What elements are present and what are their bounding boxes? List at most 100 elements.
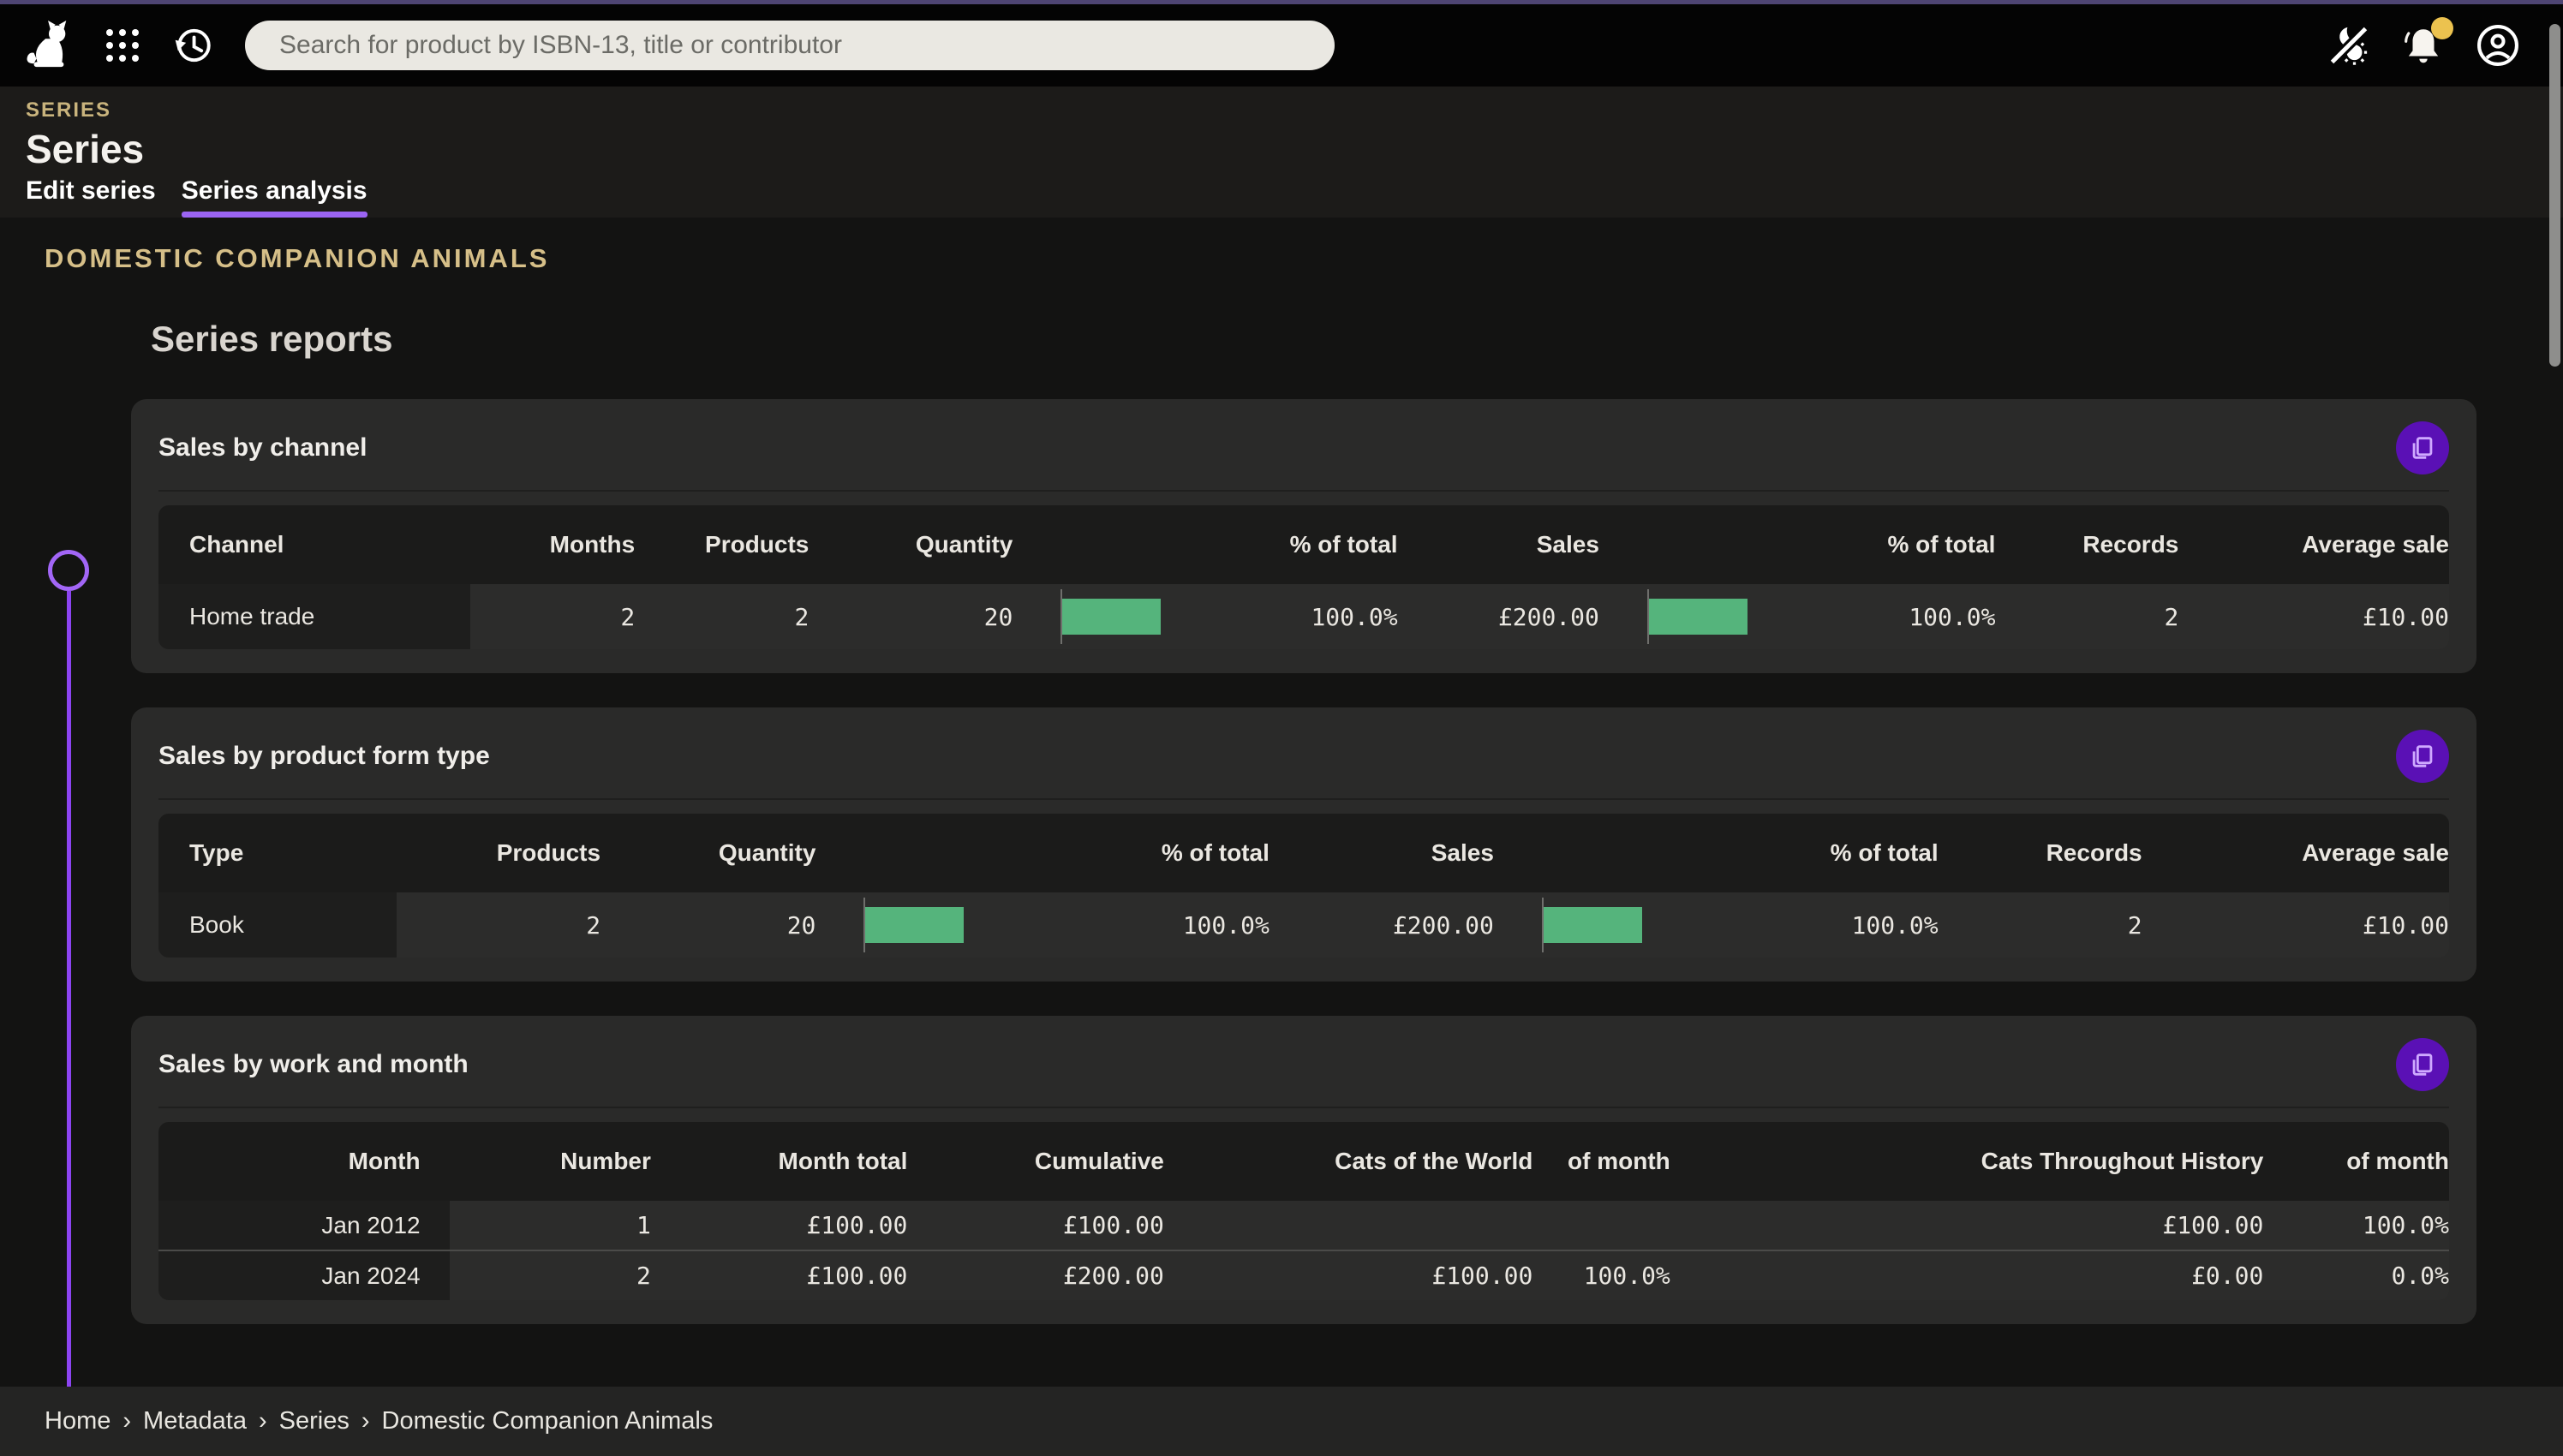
column-header: Average sale <box>2178 505 2449 584</box>
column-header: % of total <box>985 814 1270 892</box>
cell: Book <box>158 892 397 958</box>
bar-axis <box>1060 589 1062 644</box>
copy-report-button[interactable] <box>2396 1038 2449 1091</box>
column-header: Sales <box>1270 814 1494 892</box>
column-header: Quantity <box>600 814 816 892</box>
bar-cell <box>1599 584 1748 649</box>
card-title: Sales by product form type <box>158 742 490 771</box>
cell: £200.00 <box>1398 584 1599 649</box>
timeline-line <box>67 591 71 1456</box>
sales-bar <box>1062 599 1161 635</box>
cards-container: Sales by channelChannelMonthsProductsQua… <box>131 399 2476 1324</box>
tab-edit-series[interactable]: Edit series <box>26 176 156 218</box>
top-bar <box>0 4 2563 87</box>
bar-axis <box>1647 589 1649 644</box>
copy-icon <box>2408 742 2437 771</box>
table-row: Jan 20242£100.00£200.00£100.00100.0%£0.0… <box>158 1250 2449 1300</box>
copy-report-button[interactable] <box>2396 421 2449 474</box>
report-table: ChannelMonthsProductsQuantity% of totalS… <box>158 505 2449 649</box>
card-divider <box>158 1107 2449 1108</box>
cell: 2 <box>1995 584 2178 649</box>
history-icon <box>171 24 214 67</box>
tab-series-analysis[interactable]: Series analysis <box>182 176 367 218</box>
breadcrumb-separator: › <box>122 1407 131 1435</box>
copy-icon <box>2408 433 2437 462</box>
cell: £0.00 <box>1670 1250 2264 1300</box>
bar-cell <box>1013 584 1162 649</box>
cat-logo-icon <box>24 21 74 70</box>
table-row: Book220100.0%£200.00100.0%2£10.00 <box>158 892 2449 958</box>
cell: 2 <box>1939 892 2142 958</box>
tab-bar: Edit series Series analysis <box>26 176 367 218</box>
sales-bar <box>865 907 964 943</box>
table-wrapper: TypeProductsQuantity% of totalSales% of … <box>158 814 2449 958</box>
column-header: Products <box>635 505 809 584</box>
column-header: Records <box>1995 505 2178 584</box>
breadcrumb-separator: › <box>259 1407 267 1435</box>
column-header: Type <box>158 814 397 892</box>
page-title: Series <box>26 128 2563 171</box>
table-row: Home trade2220100.0%£200.00100.0%2£10.00 <box>158 584 2449 649</box>
bar-column-header <box>1599 505 1748 584</box>
account-button[interactable] <box>2476 23 2520 68</box>
report-table: TypeProductsQuantity% of totalSales% of … <box>158 814 2449 958</box>
cat-logo[interactable] <box>24 21 74 70</box>
copy-report-button[interactable] <box>2396 730 2449 783</box>
content-area: DOMESTIC COMPANION ANIMALS Series report… <box>0 218 2563 1387</box>
bar-cell <box>1494 892 1654 958</box>
main-column: Series reports Sales by channelChannelMo… <box>131 319 2476 1324</box>
cell: 20 <box>809 584 1013 649</box>
card-title: Sales by channel <box>158 433 367 462</box>
column-header: Cats of the World <box>1164 1122 1533 1201</box>
series-name-heading: DOMESTIC COMPANION ANIMALS <box>0 218 2563 274</box>
column-header: Month <box>158 1122 450 1201</box>
column-header: Cumulative <box>907 1122 1163 1201</box>
app-grid-button[interactable] <box>103 26 142 65</box>
breadcrumb-bar: Home›Metadata›Series›Domestic Companion … <box>0 1387 2563 1456</box>
cell: £10.00 <box>2178 584 2449 649</box>
table-wrapper: ChannelMonthsProductsQuantity% of totalS… <box>158 505 2449 649</box>
breadcrumb-item[interactable]: Metadata <box>143 1407 247 1435</box>
header-row: ChannelMonthsProductsQuantity% of totalS… <box>158 505 2449 584</box>
cell: £100.00 <box>907 1201 1163 1250</box>
column-header: Month total <box>651 1122 907 1201</box>
cell <box>1164 1201 1533 1250</box>
column-header: Quantity <box>809 505 1013 584</box>
column-header: Number <box>450 1122 651 1201</box>
column-header: Cats Throughout History <box>1670 1122 2264 1201</box>
page-eyebrow: SERIES <box>26 98 2563 122</box>
breadcrumb-item[interactable]: Series <box>279 1407 350 1435</box>
grid-icon <box>103 26 142 65</box>
cell: 100.0% <box>1532 1250 1670 1300</box>
breadcrumb-item: Domestic Companion Animals <box>382 1407 714 1435</box>
card-divider <box>158 798 2449 800</box>
sales-bar <box>1544 907 1642 943</box>
cell: Jan 2024 <box>158 1250 450 1300</box>
section-title: Series reports <box>151 319 2476 360</box>
card-divider <box>158 490 2449 492</box>
cell: 100.0% <box>2263 1201 2449 1250</box>
theme-toggle-button[interactable] <box>2327 23 2371 68</box>
cell: 100.0% <box>1748 584 1996 649</box>
cell: 20 <box>600 892 816 958</box>
cell: 2 <box>635 584 809 649</box>
account-icon <box>2476 23 2520 68</box>
cell: 0.0% <box>2263 1250 2449 1300</box>
cell: 2 <box>470 584 636 649</box>
search-input[interactable] <box>245 21 1335 70</box>
topbar-right-icons <box>2327 23 2520 68</box>
column-header: of month <box>2263 1122 2449 1201</box>
header-row: MonthNumberMonth totalCumulativeCats of … <box>158 1122 2449 1201</box>
cell: £200.00 <box>1270 892 1494 958</box>
breadcrumb-item[interactable]: Home <box>45 1407 111 1435</box>
report-card: Sales by product form typeTypeProductsQu… <box>131 707 2476 982</box>
notifications-button[interactable] <box>2402 24 2445 67</box>
column-header: % of total <box>1654 814 1939 892</box>
scrollbar-thumb[interactable] <box>2549 24 2560 367</box>
cell <box>1532 1201 1670 1250</box>
history-button[interactable] <box>171 24 214 67</box>
timeline-node <box>48 550 89 591</box>
cell: £100.00 <box>651 1250 907 1300</box>
bar-column-header <box>1494 814 1654 892</box>
column-header: % of total <box>1748 505 1996 584</box>
